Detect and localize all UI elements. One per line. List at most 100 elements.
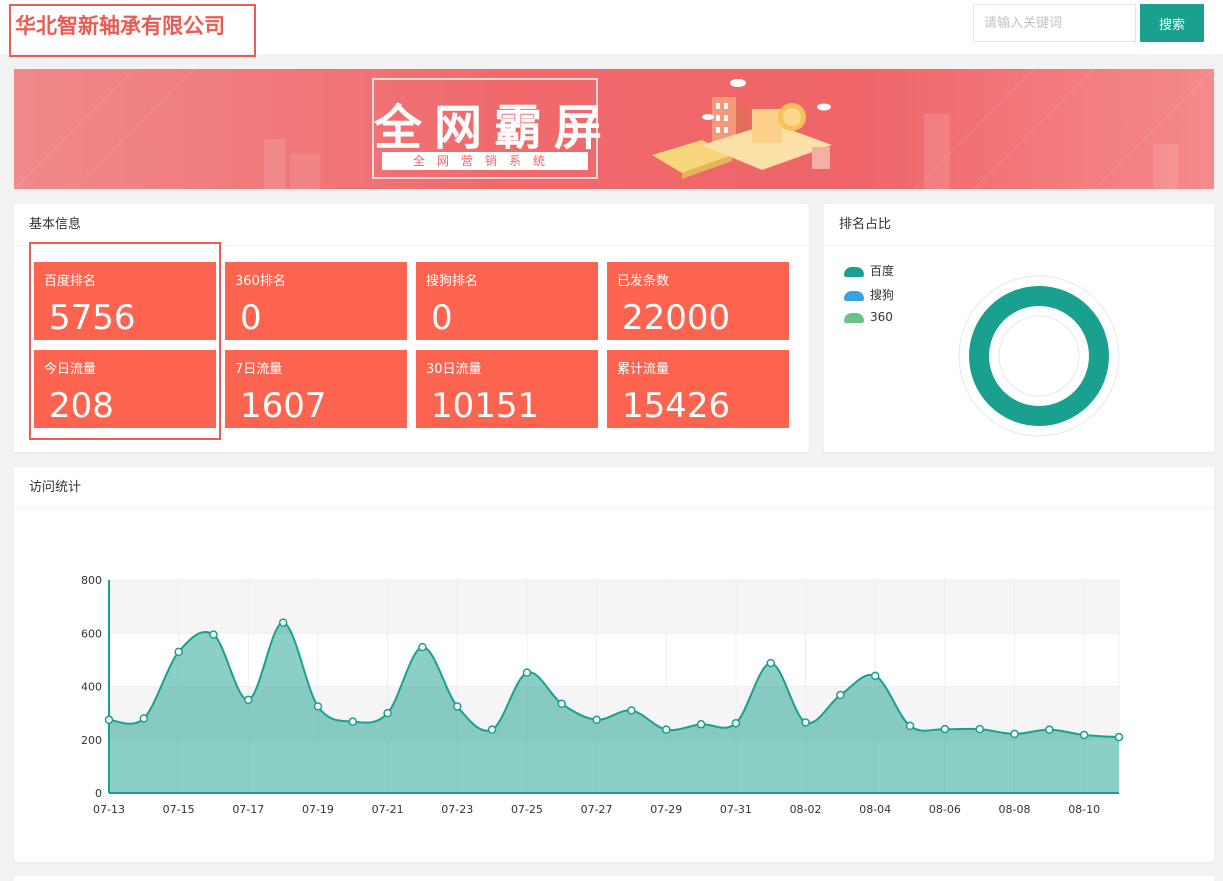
top-bar: 华北智新轴承有限公司 搜索 bbox=[0, 0, 1223, 57]
x-tick-label: 08-08 bbox=[999, 803, 1031, 816]
y-tick-label: 800 bbox=[81, 574, 102, 587]
x-tick-label: 08-04 bbox=[859, 803, 891, 816]
data-point[interactable] bbox=[801, 718, 810, 727]
data-point[interactable] bbox=[139, 714, 149, 723]
basic-info-title: 基本信息 bbox=[14, 204, 809, 246]
tile-7day-traffic[interactable]: 7日流量 1607 bbox=[225, 350, 407, 428]
tile-value: 0 bbox=[431, 298, 453, 338]
data-point[interactable] bbox=[766, 658, 775, 668]
company-brand-box: 华北智新轴承有限公司 bbox=[9, 4, 256, 57]
rank-donut-chart bbox=[958, 275, 1120, 437]
legend-label: 360 bbox=[870, 310, 893, 324]
tile-sogou-rank[interactable]: 搜狗排名 0 bbox=[416, 262, 598, 340]
tile-published-count[interactable]: 已发条数 22000 bbox=[607, 262, 789, 340]
tile-label: 搜狗排名 bbox=[426, 274, 479, 289]
tile-30day-traffic[interactable]: 30日流量 10151 bbox=[416, 350, 598, 428]
data-point[interactable] bbox=[418, 642, 427, 652]
y-tick-label: 200 bbox=[81, 734, 102, 747]
search-button[interactable]: 搜索 bbox=[1140, 4, 1204, 42]
tile-value: 10151 bbox=[431, 386, 540, 426]
donut-slice-baidu[interactable] bbox=[969, 286, 1109, 426]
tile-label: 累计流量 bbox=[617, 362, 670, 377]
x-tick-label: 07-23 bbox=[441, 803, 473, 816]
x-tick-label: 08-02 bbox=[790, 803, 822, 816]
data-point[interactable] bbox=[1010, 729, 1019, 739]
grid-band bbox=[109, 580, 1119, 634]
data-point[interactable] bbox=[592, 715, 601, 725]
banner-title: 全网霸屏 bbox=[374, 100, 615, 156]
data-point[interactable] bbox=[870, 671, 880, 681]
tile-value: 22000 bbox=[622, 298, 731, 338]
tile-value: 1607 bbox=[240, 386, 327, 426]
x-tick-label: 07-25 bbox=[511, 803, 543, 816]
data-point[interactable] bbox=[905, 721, 915, 731]
data-point[interactable] bbox=[836, 690, 845, 700]
tile-label: 30日流量 bbox=[426, 362, 482, 377]
x-tick-label: 08-10 bbox=[1068, 803, 1100, 816]
x-tick-label: 07-13 bbox=[93, 803, 125, 816]
x-tick-label: 07-29 bbox=[650, 803, 682, 816]
legend-item-baidu[interactable]: 百度 bbox=[844, 262, 894, 279]
tile-label: 已发条数 bbox=[617, 274, 670, 289]
tile-360-rank[interactable]: 360排名 0 bbox=[225, 262, 407, 340]
x-tick-label: 07-19 bbox=[302, 803, 334, 816]
y-tick-label: 0 bbox=[95, 787, 102, 800]
data-point[interactable] bbox=[731, 718, 741, 728]
x-tick-label: 07-31 bbox=[720, 803, 752, 816]
visits-title: 访问统计 bbox=[14, 467, 1214, 509]
banner-title-box: 全网霸屏 全网营销系统 bbox=[372, 78, 615, 179]
x-tick-label: 08-06 bbox=[929, 803, 961, 816]
data-point[interactable] bbox=[1114, 732, 1124, 742]
search-input[interactable] bbox=[973, 4, 1136, 42]
visits-card: 访问统计 0 200 400 600 800 07-13 07-15 07-17 07-19 07… bbox=[14, 467, 1214, 862]
rank-share-card: 排名占比 百度 搜狗 360 bbox=[824, 204, 1214, 452]
x-tick-label: 07-27 bbox=[581, 803, 613, 816]
legend-swatch-icon bbox=[844, 290, 864, 301]
data-point[interactable] bbox=[174, 647, 183, 657]
data-point[interactable] bbox=[244, 695, 253, 705]
legend-swatch-icon bbox=[844, 312, 864, 323]
tile-value: 0 bbox=[240, 298, 262, 338]
data-point[interactable] bbox=[278, 618, 288, 627]
banner-subtitle: 全网营销系统 bbox=[382, 152, 588, 170]
donut-inner-ring bbox=[998, 315, 1080, 397]
visits-area-chart: 0 200 400 600 800 07-13 07-15 07-17 07-19 07-21 07… bbox=[81, 574, 1124, 816]
rank-share-title: 排名占比 bbox=[824, 204, 1214, 246]
basic-info-card: 基本信息 百度排名 5756 360排名 0 搜狗排名 0 已发条数 22000… bbox=[14, 204, 809, 452]
highlight-frame bbox=[29, 242, 221, 440]
next-card-edge bbox=[14, 876, 1214, 881]
y-tick-label: 400 bbox=[81, 681, 102, 694]
legend-swatch-icon bbox=[844, 266, 864, 277]
data-point[interactable] bbox=[661, 725, 671, 734]
company-name: 华北智新轴承有限公司 bbox=[15, 14, 225, 38]
data-point[interactable] bbox=[383, 708, 392, 718]
city-illustration bbox=[652, 79, 832, 179]
data-point[interactable] bbox=[104, 715, 114, 725]
data-point[interactable] bbox=[627, 706, 636, 715]
banner-background-pattern bbox=[14, 69, 1214, 189]
x-tick-label: 07-21 bbox=[372, 803, 404, 816]
legend-label: 百度 bbox=[870, 264, 895, 278]
data-point[interactable] bbox=[696, 720, 706, 729]
promo-banner: 全网霸屏 全网营销系统 bbox=[14, 69, 1214, 189]
data-point[interactable] bbox=[522, 668, 532, 677]
tile-value: 15426 bbox=[622, 386, 731, 426]
legend-label: 搜狗 bbox=[870, 288, 895, 302]
x-tick-label: 07-17 bbox=[232, 803, 264, 816]
tile-total-traffic[interactable]: 累计流量 15426 bbox=[607, 350, 789, 428]
data-point[interactable] bbox=[209, 630, 218, 639]
data-point[interactable] bbox=[557, 699, 567, 709]
data-point[interactable] bbox=[975, 724, 984, 734]
data-point[interactable] bbox=[940, 724, 950, 734]
legend-item-sogou[interactable]: 搜狗 bbox=[844, 286, 894, 303]
data-point[interactable] bbox=[1045, 725, 1054, 734]
y-tick-label: 600 bbox=[81, 627, 102, 640]
data-point[interactable] bbox=[453, 702, 462, 711]
data-point[interactable] bbox=[313, 702, 323, 711]
tile-label: 7日流量 bbox=[235, 362, 283, 377]
x-tick-label: 07-15 bbox=[163, 803, 195, 816]
data-point[interactable] bbox=[348, 717, 358, 726]
legend-item-360[interactable]: 360 bbox=[844, 310, 893, 324]
data-point[interactable] bbox=[1079, 730, 1089, 740]
data-point[interactable] bbox=[487, 725, 497, 734]
